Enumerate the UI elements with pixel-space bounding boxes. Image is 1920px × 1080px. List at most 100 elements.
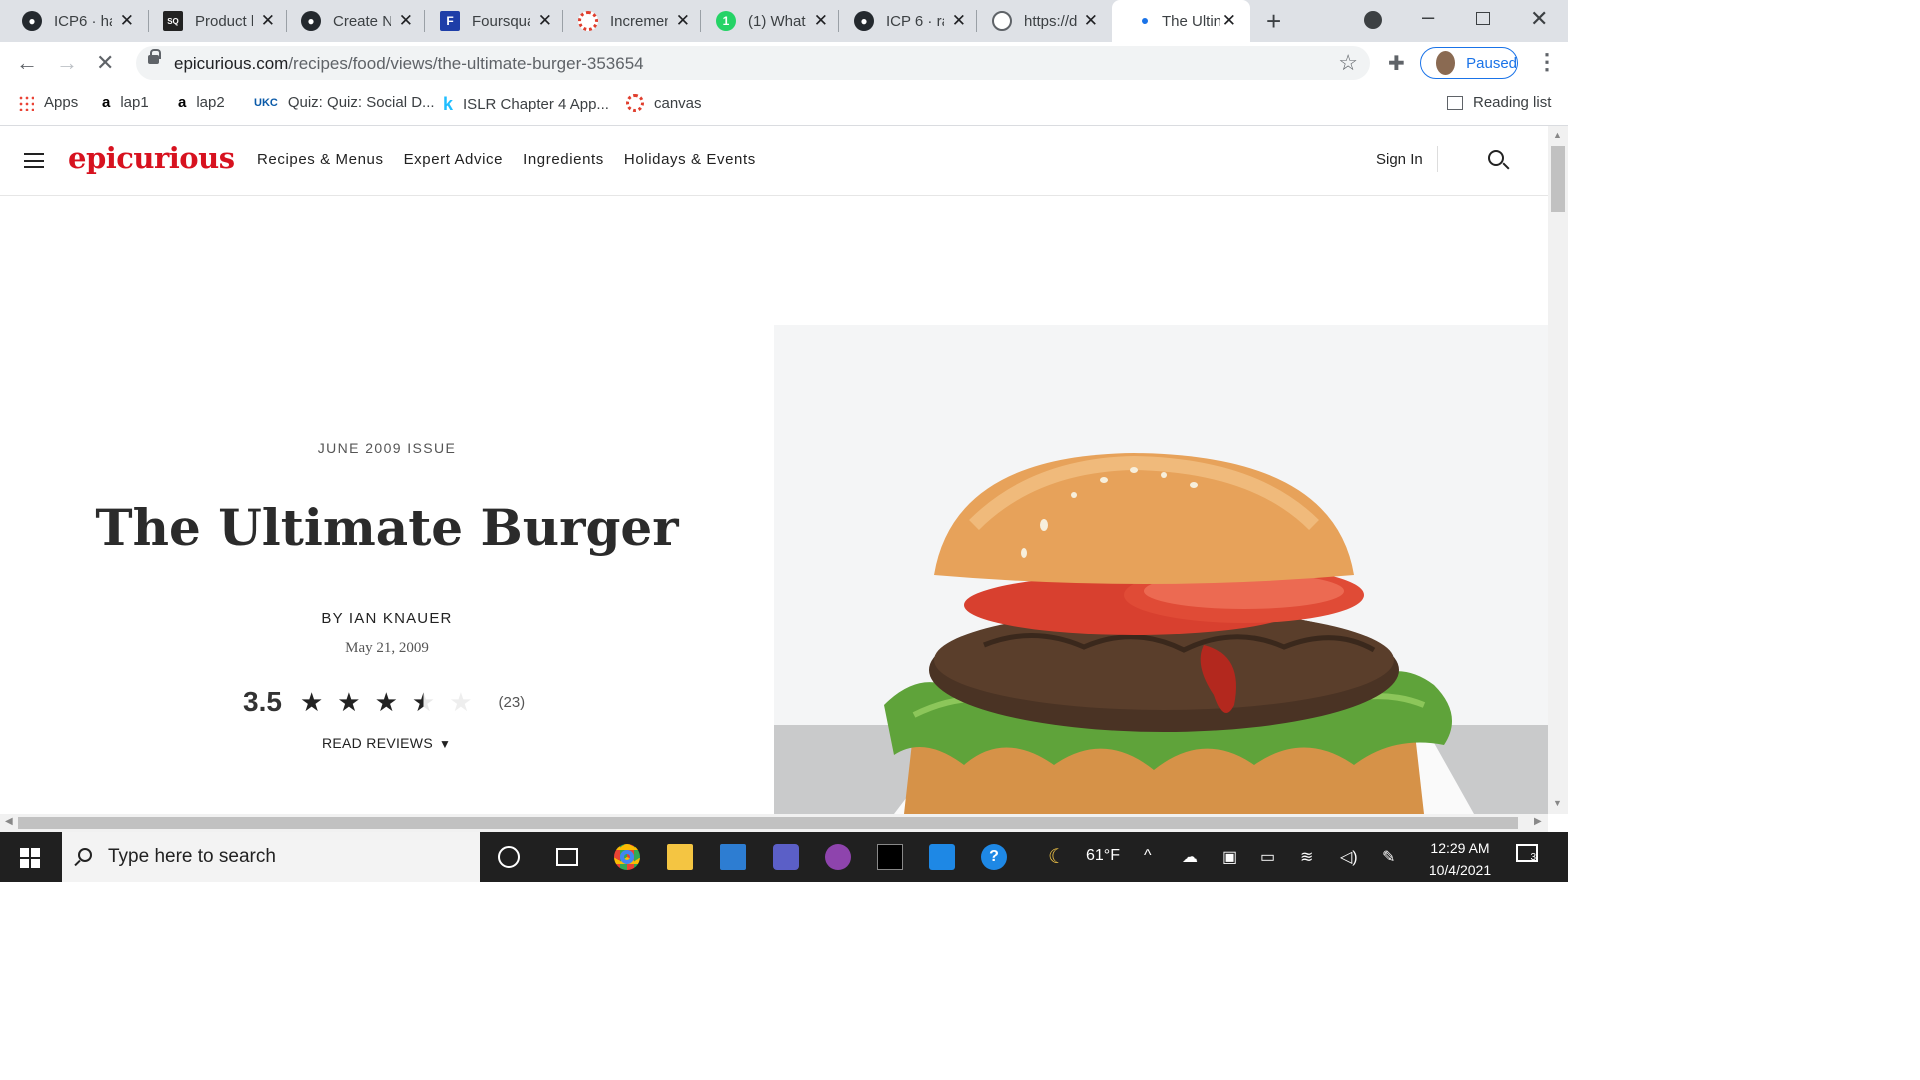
scroll-right-icon[interactable]: ▶ [1534, 816, 1542, 827]
file-explorer-icon[interactable] [667, 844, 693, 870]
umkc-icon: UKC [254, 96, 278, 109]
bookmark-star-icon[interactable]: ☆ [1338, 50, 1358, 76]
horizontal-scrollbar[interactable]: ◀ ▶ [0, 814, 1548, 832]
scroll-up-icon[interactable]: ▲ [1553, 130, 1562, 140]
search-icon [78, 848, 92, 862]
vertical-scrollbar[interactable]: ▲ ▼ [1548, 126, 1568, 814]
browser-tab[interactable]: ● Create N ✕ [279, 0, 427, 42]
vscode-icon[interactable] [929, 844, 955, 870]
hamburger-menu-icon[interactable] [24, 153, 44, 168]
tab-title: ICP6 · har [54, 12, 112, 30]
onedrive-icon[interactable]: ☁ [1182, 847, 1198, 867]
read-reviews-button[interactable]: READ REVIEWS ▼ [322, 735, 451, 751]
terminal-icon[interactable] [877, 844, 903, 870]
nav-recipes-menus[interactable]: Recipes & Menus [257, 151, 384, 168]
restore-icon[interactable] [1476, 12, 1490, 25]
bookmark-label: lap1 [120, 94, 149, 111]
volume-icon[interactable]: ◁) [1340, 847, 1358, 867]
issue-label[interactable]: JUNE 2009 ISSUE [0, 440, 774, 456]
github-icon: ● [854, 11, 874, 31]
help-icon[interactable]: ? [981, 844, 1007, 870]
bookmark-label: canvas [654, 94, 702, 112]
amazon-icon: a [178, 94, 187, 111]
browser-tab[interactable]: F Foursqua ✕ [418, 0, 566, 42]
star-half-icon: ★ [411, 687, 436, 717]
lock-icon[interactable] [148, 49, 161, 64]
tab-title: Incremen [610, 12, 668, 30]
close-tab-icon[interactable]: ✕ [676, 11, 690, 31]
close-tab-icon[interactable]: ✕ [399, 11, 413, 31]
nav-expert-advice[interactable]: Expert Advice [404, 151, 504, 168]
browser-tab[interactable]: https://d ✕ [970, 0, 1112, 42]
search-icon[interactable] [1488, 150, 1504, 166]
rating-summary[interactable]: 3.5 ★ ★ ★ ★ ★ (23) [243, 686, 525, 718]
browser-tab[interactable]: 1 (1) What ✕ [694, 0, 842, 42]
scroll-down-icon[interactable]: ▼ [1553, 798, 1562, 808]
page-title: The Ultimate Burger [95, 498, 679, 557]
extensions-icon[interactable]: ✚ [1388, 51, 1405, 76]
close-tab-icon[interactable]: ✕ [120, 11, 134, 31]
sign-in-link[interactable]: Sign In [1376, 151, 1423, 168]
scrollbar-thumb[interactable] [18, 817, 1518, 829]
browser-tab-active[interactable]: The Ultin ✕ [1112, 0, 1250, 42]
close-tab-icon[interactable]: ✕ [814, 11, 828, 31]
star-rating: ★ ★ ★ ★ ★ [300, 689, 473, 715]
weather-moon-icon[interactable]: ☾ [1048, 844, 1066, 869]
taskbar-search-box[interactable]: Type here to search [62, 832, 480, 882]
menu-kebab-icon[interactable]: ⋮ [1536, 49, 1558, 75]
github-desktop-icon[interactable] [825, 844, 851, 870]
close-tab-icon[interactable]: ✕ [538, 11, 552, 31]
forward-icon[interactable]: → [56, 50, 78, 76]
device-icon[interactable]: ▣ [1222, 847, 1237, 867]
minimize-icon[interactable]: – [1422, 4, 1434, 30]
tab-search-icon[interactable] [1364, 11, 1382, 29]
show-hidden-icons[interactable]: ^ [1144, 847, 1152, 865]
teams-icon[interactable] [773, 844, 799, 870]
scrollbar-thumb[interactable] [1551, 146, 1565, 212]
weather-temperature[interactable]: 61°F [1086, 847, 1120, 865]
author-byline[interactable]: BY IAN KNAUER [0, 610, 774, 627]
bookmark-lap2[interactable]: a lap2 [178, 94, 225, 111]
system-clock[interactable]: 12:29 AM 10/4/2021 [1420, 837, 1500, 881]
bookmark-canvas[interactable]: canvas [626, 94, 702, 112]
clock-date: 10/4/2021 [1428, 862, 1492, 878]
url-text[interactable]: epicurious.com/recipes/food/views/the-ul… [174, 54, 644, 74]
scroll-left-icon[interactable]: ◀ [5, 816, 13, 827]
stop-loading-icon[interactable]: ✕ [96, 50, 114, 76]
site-logo[interactable]: epicurious [68, 141, 235, 175]
pen-icon[interactable]: ✎ [1382, 847, 1395, 867]
close-tab-icon[interactable]: ✕ [952, 11, 966, 31]
wifi-icon[interactable]: ≋ [1300, 847, 1313, 867]
cortana-icon[interactable] [498, 846, 520, 868]
loading-icon [1142, 18, 1148, 24]
task-view-icon[interactable] [556, 848, 578, 866]
close-tab-icon[interactable]: ✕ [1222, 11, 1236, 31]
browser-tab[interactable]: Incremen ✕ [556, 0, 704, 42]
windows-taskbar: Type here to search ? ☾ 61°F ^ ☁ ▣ ▭ ≋ ◁… [0, 832, 1568, 882]
windows-start-icon[interactable] [20, 848, 40, 868]
notification-center-icon[interactable]: 3 [1516, 844, 1538, 863]
back-icon[interactable]: ← [16, 50, 38, 76]
close-tab-icon[interactable]: ✕ [261, 11, 275, 31]
address-bar[interactable]: epicurious.com/recipes/food/views/the-ul… [136, 46, 1370, 80]
nav-ingredients[interactable]: Ingredients [523, 151, 604, 168]
bookmark-lap1[interactable]: a lap1 [102, 94, 149, 111]
profile-button[interactable]: Paused [1420, 47, 1518, 79]
mail-icon[interactable] [720, 844, 746, 870]
browser-tab[interactable]: SQ Product l ✕ [141, 0, 289, 42]
star-filled-icon: ★ [374, 687, 398, 717]
nav-holidays-events[interactable]: Holidays & Events [624, 151, 756, 168]
close-window-icon[interactable]: ✕ [1530, 6, 1548, 32]
browser-tab[interactable]: ● ICP 6 · ra ✕ [832, 0, 980, 42]
canvas-icon [578, 11, 598, 31]
close-tab-icon[interactable]: ✕ [1084, 11, 1098, 31]
new-tab-icon[interactable]: + [1266, 6, 1281, 37]
reading-list-button[interactable]: Reading list [1447, 94, 1551, 111]
bookmark-apps[interactable]: Apps [18, 94, 78, 111]
chrome-icon[interactable] [614, 844, 640, 870]
bookmark-islr[interactable]: k ISLR Chapter 4 App... [443, 94, 609, 115]
battery-icon[interactable]: ▭ [1260, 847, 1275, 867]
bookmark-quiz[interactable]: UKC Quiz: Quiz: Social D... [254, 94, 435, 111]
read-reviews-label: READ REVIEWS [322, 735, 433, 751]
browser-tab[interactable]: ● ICP6 · har ✕ [0, 0, 148, 42]
